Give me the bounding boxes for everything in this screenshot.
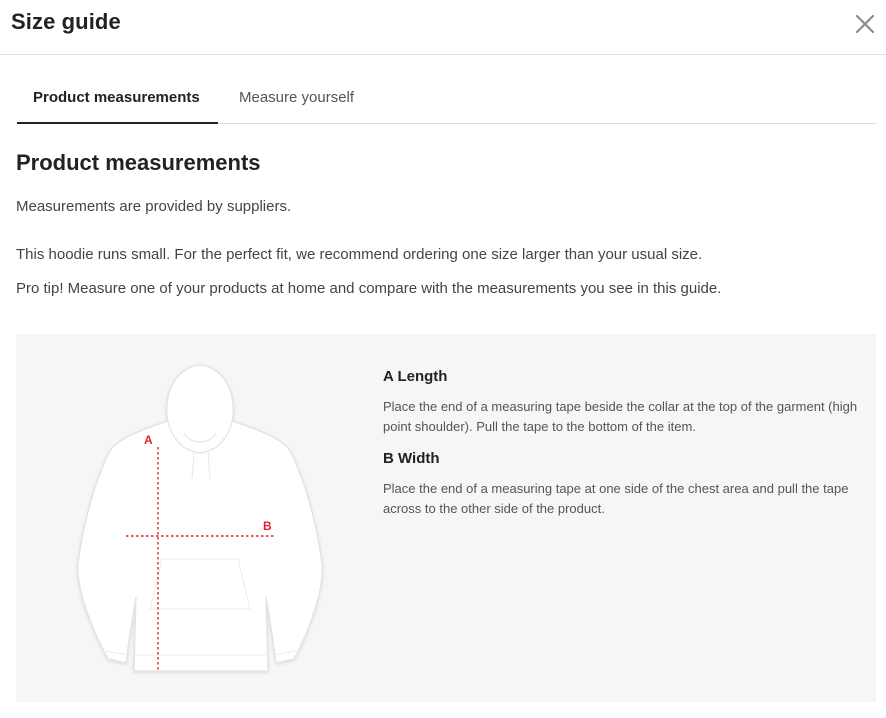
size-guide-modal: Size guide Product measurements Measure …	[0, 0, 886, 718]
tab-measure-yourself[interactable]: Measure yourself	[223, 73, 370, 124]
hoodie-shape	[77, 364, 323, 672]
fit-note: This hoodie runs small. For the perfect …	[16, 246, 703, 263]
length-description: A Length Place the end of a measuring ta…	[383, 368, 858, 437]
width-heading: B Width	[383, 450, 440, 467]
hoodie-diagram: A B	[77, 364, 323, 672]
width-text: Place the end of a measuring tape at one…	[383, 481, 849, 516]
measurement-panel: A B A Length Place the end of a measurin…	[16, 334, 876, 702]
pro-tip: Pro tip! Measure one of your products at…	[16, 280, 722, 297]
tab-product-measurements[interactable]: Product measurements	[17, 73, 218, 124]
section-title: Product measurements	[16, 150, 261, 175]
suppliers-note: Measurements are provided by suppliers.	[16, 198, 292, 215]
width-description: B Width Place the end of a measuring tap…	[383, 450, 858, 519]
close-button[interactable]	[851, 10, 879, 38]
close-icon	[855, 14, 875, 34]
marker-b-label: B	[263, 519, 272, 533]
length-heading: A Length	[383, 368, 448, 385]
modal-title: Size guide	[11, 9, 121, 34]
tab-bar: Product measurements Measure yourself	[17, 73, 876, 124]
modal-header: Size guide	[0, 0, 886, 55]
length-text: Place the end of a measuring tape beside…	[383, 399, 858, 434]
measurement-descriptions: A Length Place the end of a measuring ta…	[383, 368, 858, 519]
marker-a-label: A	[144, 433, 153, 447]
